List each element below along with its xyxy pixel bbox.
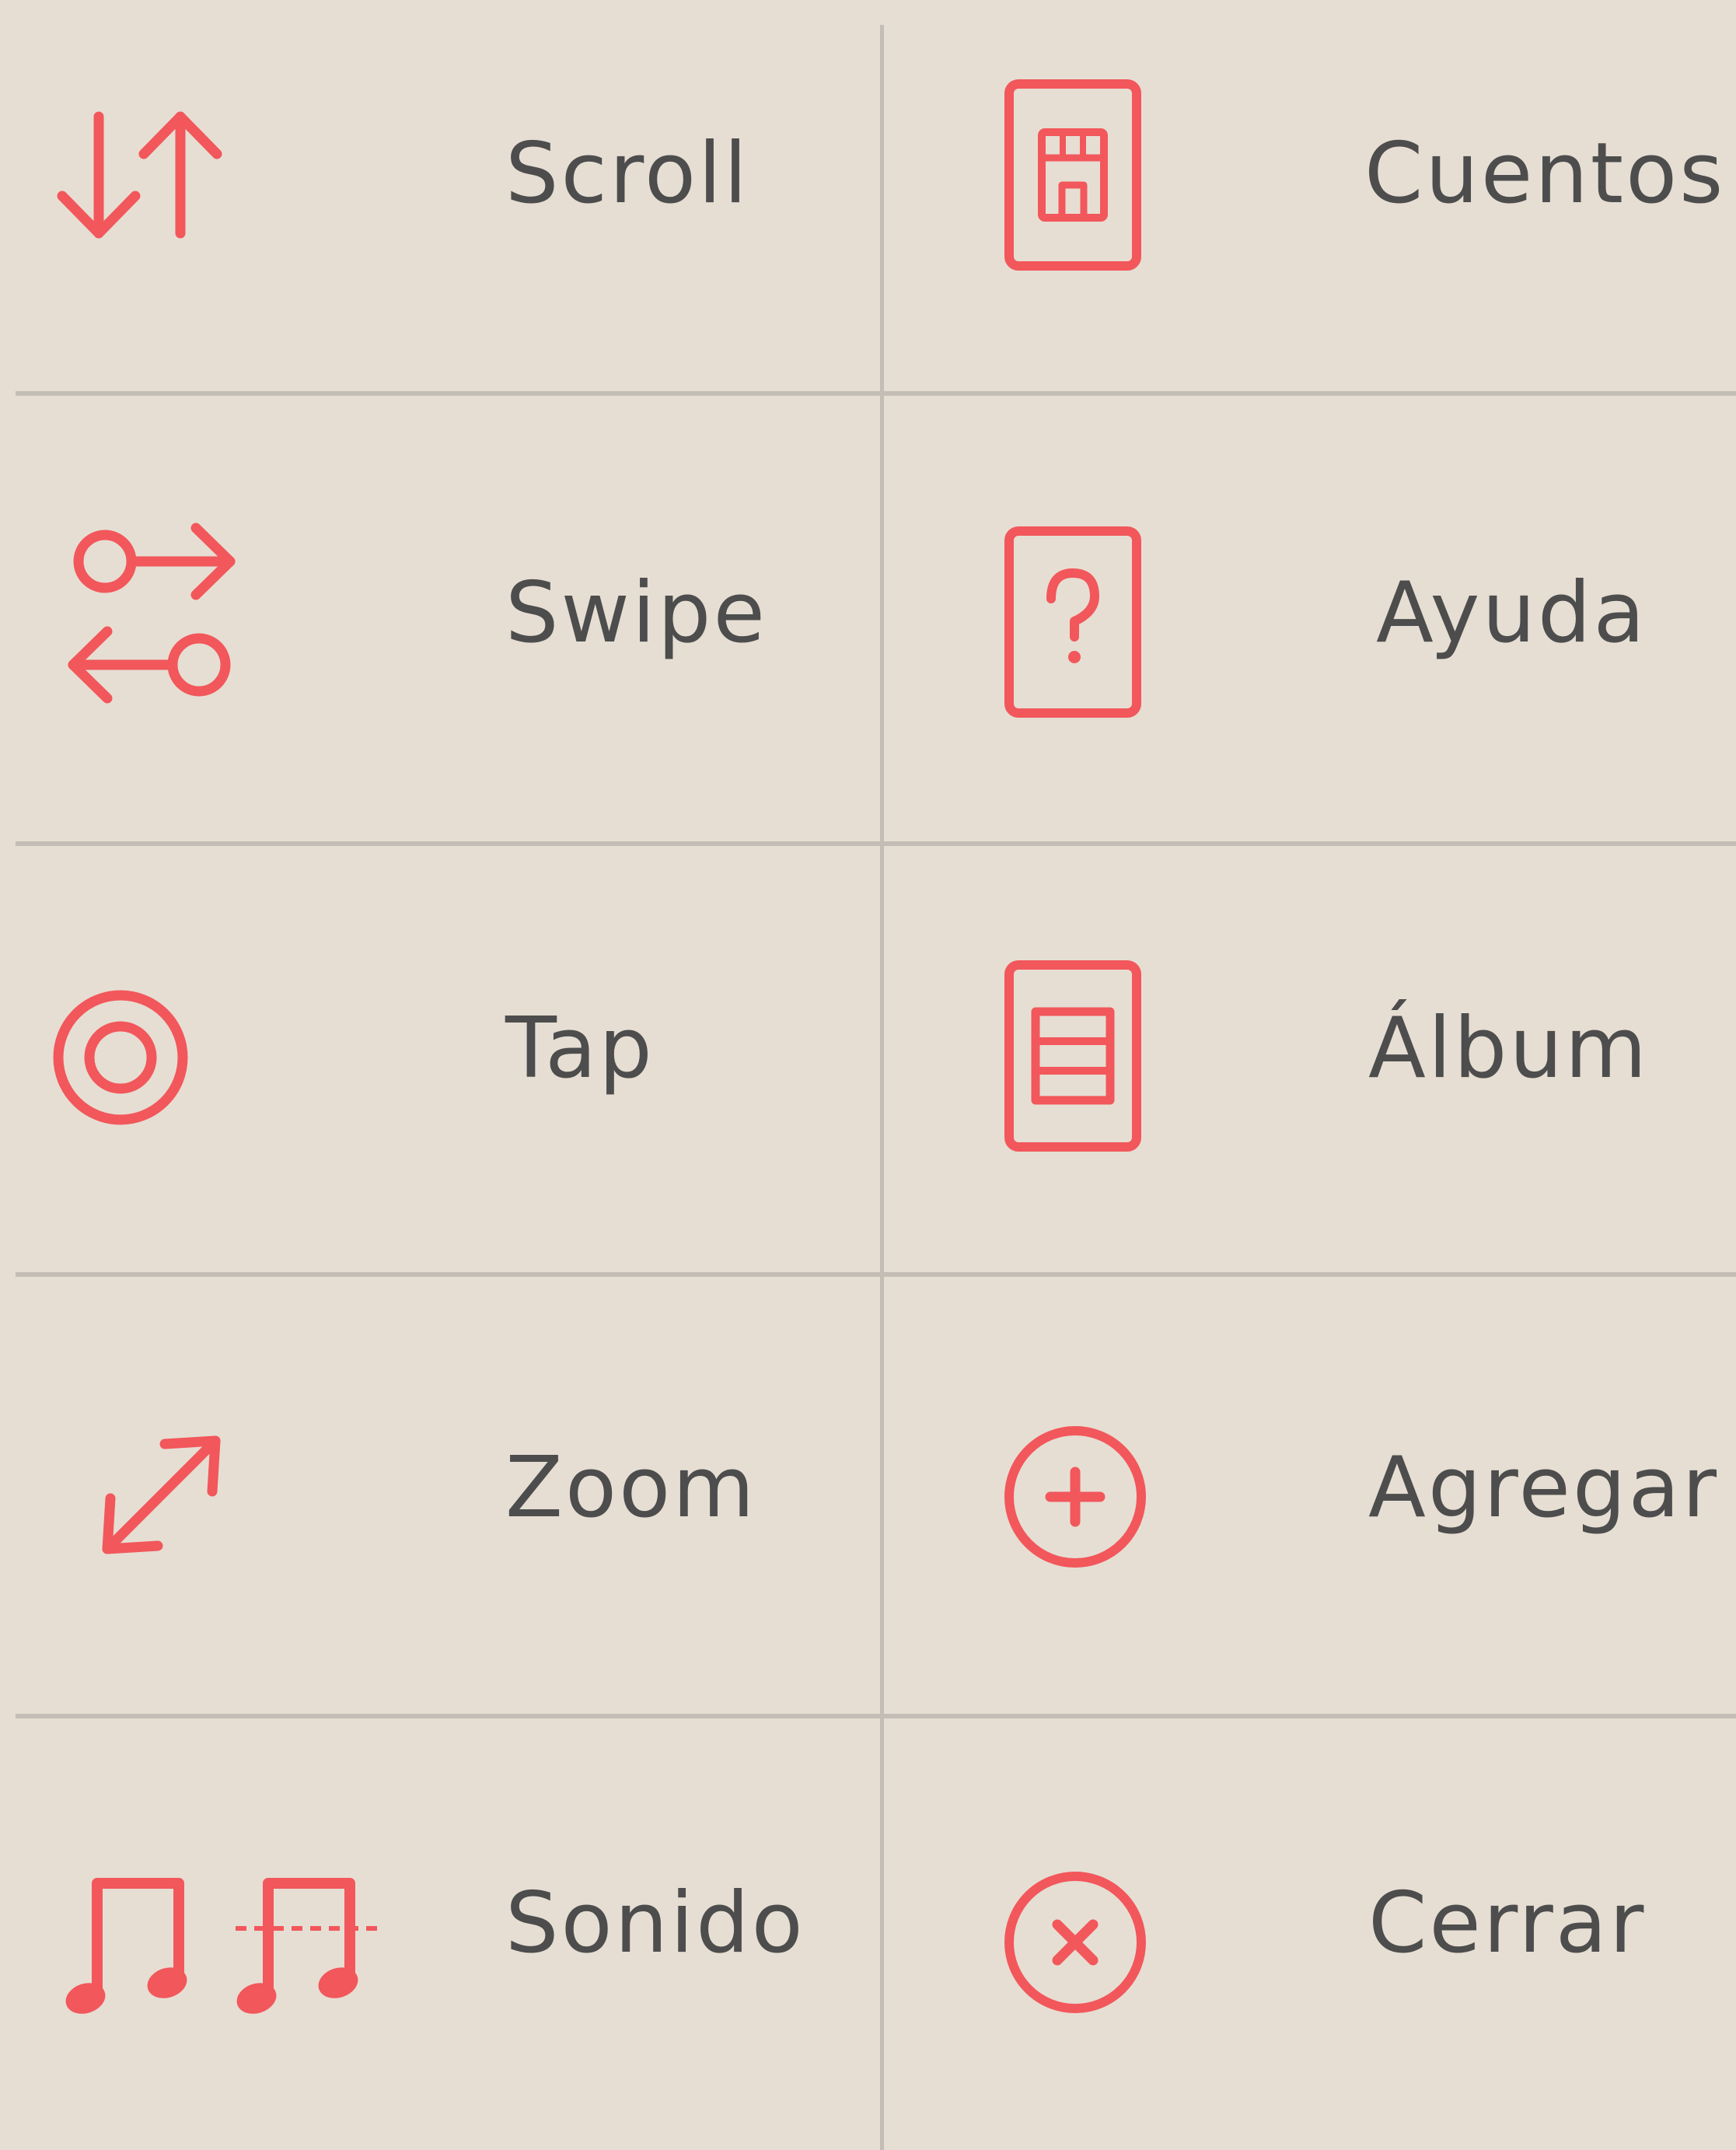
- column-divider: [880, 25, 884, 2150]
- music-note-muted-icon: [229, 1866, 393, 2022]
- row-divider: [16, 841, 1736, 846]
- music-note-icon: [62, 1866, 202, 2022]
- row-divider: [16, 391, 1736, 396]
- action-label-agregar: Agregar: [1368, 1439, 1720, 1536]
- tap-target-icon: [47, 984, 194, 1131]
- action-label-cerrar: Cerrar: [1368, 1875, 1647, 1972]
- scroll-arrows-icon: [47, 93, 233, 249]
- row-divider: [16, 1272, 1736, 1277]
- row-divider: [16, 1714, 1736, 1718]
- gesture-label-tap: Tap: [505, 1000, 655, 1097]
- action-label-cuentos: Cuentos: [1364, 125, 1726, 222]
- add-circle-icon: [1001, 1423, 1149, 1571]
- stories-card-icon: [1003, 78, 1143, 272]
- gesture-label-swipe: Swipe: [505, 565, 767, 662]
- album-card-icon: [1003, 959, 1143, 1153]
- gesture-label-zoom: Zoom: [505, 1439, 757, 1536]
- action-label-album: Álbum: [1368, 1000, 1650, 1097]
- action-label-ayuda: Ayuda: [1376, 565, 1647, 662]
- gesture-label-scroll: Scroll: [505, 125, 750, 222]
- gesture-label-sonido: Sonido: [505, 1875, 805, 1972]
- zoom-diagonal-arrow-icon: [93, 1427, 229, 1563]
- swipe-arrows-icon: [62, 517, 249, 711]
- help-card-icon: [1003, 525, 1143, 719]
- close-circle-icon: [1001, 1869, 1149, 2016]
